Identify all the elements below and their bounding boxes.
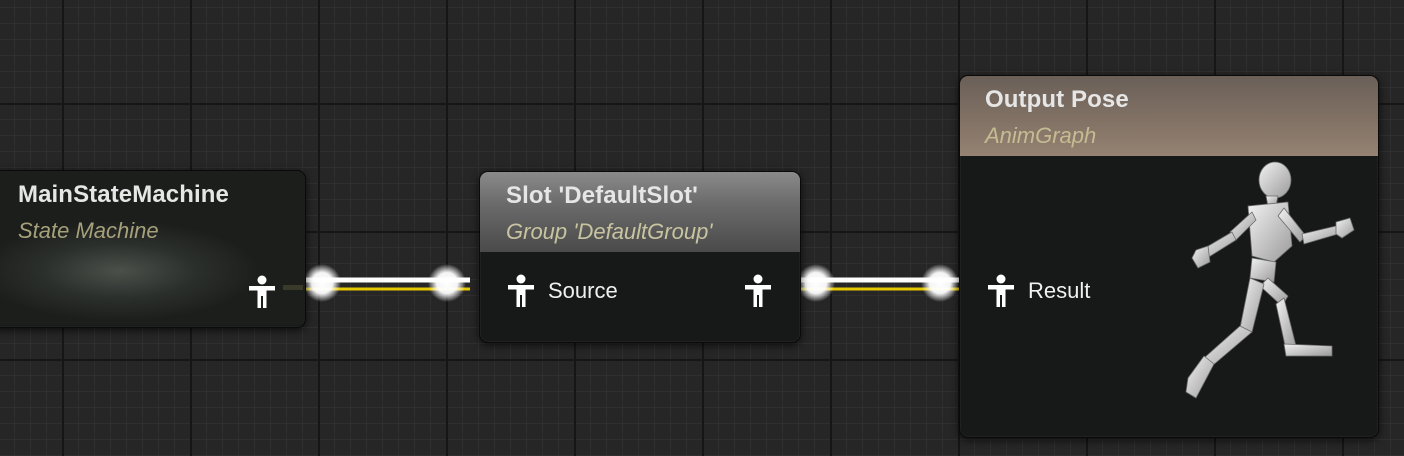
pin-stub xyxy=(283,285,303,290)
node-output-pose[interactable]: Output Pose AnimGraph Result xyxy=(959,75,1379,438)
pin-label-result: Result xyxy=(1028,278,1091,303)
node-title: Output Pose xyxy=(985,86,1129,113)
node-title: MainStateMachine xyxy=(18,181,229,208)
node-main-state-machine[interactable]: MainStateMachine State Machine xyxy=(0,170,306,328)
pose-input-pin-icon[interactable] xyxy=(506,274,536,308)
pose-output-pin-icon[interactable] xyxy=(743,274,773,308)
pose-output-pin-icon[interactable] xyxy=(247,275,277,309)
node-subtitle: Group 'DefaultGroup' xyxy=(506,219,713,244)
wire-state-machine-to-slot[interactable] xyxy=(300,264,470,302)
running-mannequin-icon xyxy=(1185,161,1355,399)
node-subtitle: State Machine xyxy=(18,218,159,243)
node-header: Output Pose AnimGraph xyxy=(960,76,1378,156)
node-title: Slot 'DefaultSlot' xyxy=(506,182,698,209)
node-header: Slot 'DefaultSlot' Group 'DefaultGroup' xyxy=(480,172,800,252)
wire-slot-to-output-pose[interactable] xyxy=(795,264,962,302)
node-slot-default[interactable]: Slot 'DefaultSlot' Group 'DefaultGroup' … xyxy=(479,171,801,343)
pose-input-pin-icon[interactable] xyxy=(986,274,1016,308)
pin-label-source: Source xyxy=(548,278,618,303)
node-subtitle: AnimGraph xyxy=(985,123,1097,148)
